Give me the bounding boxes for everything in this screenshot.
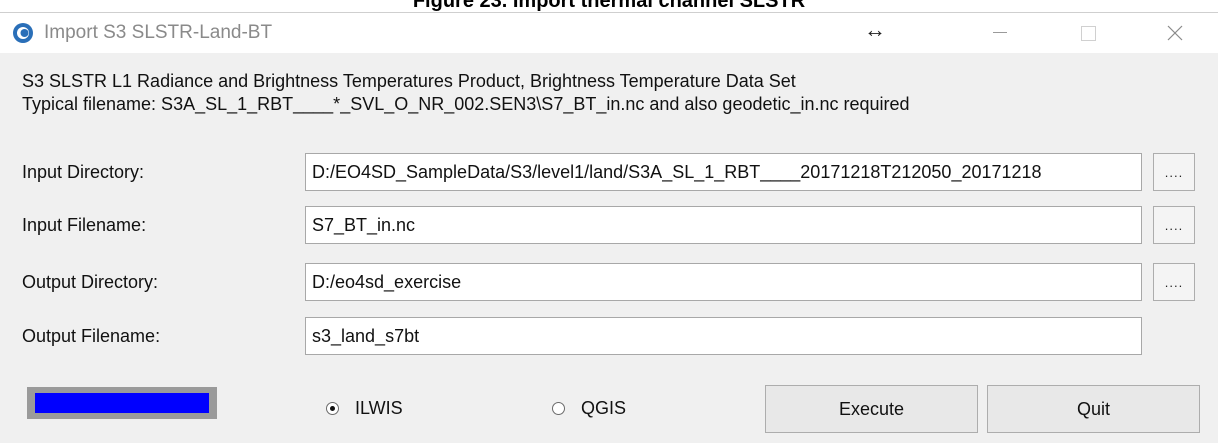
input-directory-field[interactable]: D:/EO4SD_SampleData/S3/level1/land/S3A_S…: [305, 153, 1142, 191]
ilwis-radio[interactable]: [326, 402, 339, 415]
execute-button[interactable]: Execute: [765, 385, 978, 433]
resize-icon: ↔: [864, 17, 886, 42]
qgis-option[interactable]: QGIS: [552, 398, 626, 419]
progress-bar: [27, 387, 217, 419]
import-dialog: Import S3 SLSTR-Land-BT ↔ S3 SLSTR L1 Ra…: [0, 12, 1218, 443]
ilwis-option[interactable]: ILWIS: [326, 398, 403, 419]
output-directory-field[interactable]: D:/eo4sd_exercise: [305, 263, 1142, 301]
maximize-icon: [1080, 25, 1096, 41]
ilwis-label: ILWIS: [355, 398, 403, 418]
app-icon: [13, 23, 33, 43]
qgis-label: QGIS: [581, 398, 627, 418]
progress-fill: [35, 393, 209, 413]
minimize-icon: [993, 32, 1007, 33]
close-button[interactable]: [1150, 13, 1200, 53]
input-directory-label: Input Directory:: [22, 162, 145, 182]
typical-filename-note: Typical filename: S3A_SL_1_RBT____*_SVL_…: [22, 94, 910, 114]
input-directory-browse-button[interactable]: ....: [1153, 153, 1195, 191]
close-icon: [1167, 25, 1183, 41]
output-filename-field[interactable]: s3_land_s7bt: [305, 317, 1142, 355]
title-bar[interactable]: Import S3 SLSTR-Land-BT ↔: [0, 13, 1218, 53]
window-title: Import S3 SLSTR-Land-BT: [44, 22, 273, 43]
minimize-button[interactable]: [975, 13, 1025, 53]
qgis-radio[interactable]: [552, 402, 565, 415]
maximize-button[interactable]: [1063, 13, 1113, 53]
quit-button[interactable]: Quit: [987, 385, 1200, 433]
input-filename-label: Input Filename:: [22, 215, 147, 235]
input-filename-field[interactable]: S7_BT_in.nc: [305, 206, 1142, 244]
output-directory-label: Output Directory:: [22, 272, 159, 292]
product-description: S3 SLSTR L1 Radiance and Brightness Temp…: [22, 71, 796, 91]
output-directory-browse-button[interactable]: ....: [1153, 263, 1195, 301]
output-filename-label: Output Filename:: [22, 326, 161, 346]
input-filename-browse-button[interactable]: ....: [1153, 206, 1195, 244]
